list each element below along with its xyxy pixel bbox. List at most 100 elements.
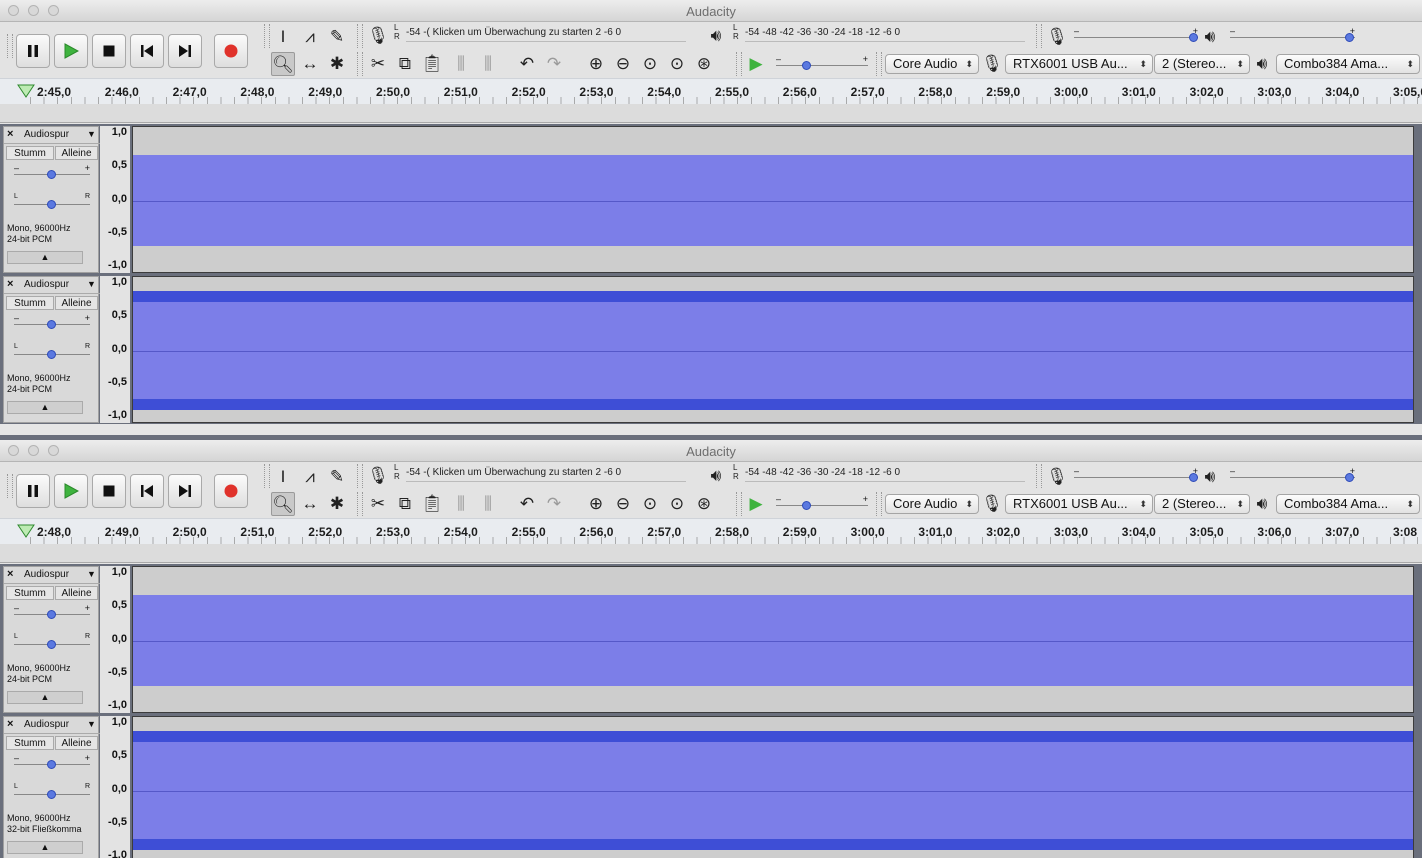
silence-button[interactable]: ⫼ [476,492,500,516]
slider-knob[interactable] [47,320,56,329]
solo-button[interactable]: Alleine [55,736,98,750]
vertical-ruler[interactable]: 1,0 0,5 0,0 -0,5 -1,0 [100,126,130,273]
output-device-select[interactable]: Combo384 Ama... ⬍ [1276,54,1420,74]
transport-toolbar-grip[interactable] [7,34,13,58]
trim-button[interactable]: ⫼ [449,52,473,76]
skip-to-start-button[interactable] [130,474,164,508]
paste-button[interactable]: 📋︎ [420,492,444,516]
timeshift-tool[interactable]: ↔ [298,52,322,76]
input-device-select[interactable]: RTX6001 USB Au... ⬍ [1005,494,1153,514]
play-at-speed-button[interactable]: ▶ [744,492,768,516]
solo-button[interactable]: Alleine [55,146,98,160]
play-speed-slider[interactable]: – + [776,54,868,70]
audio-host-select[interactable]: Core Audio ⬍ [885,54,979,74]
slider-knob[interactable] [1345,473,1354,482]
pause-button[interactable] [16,474,50,508]
stop-button[interactable] [92,474,126,508]
slider-knob[interactable] [802,61,811,70]
collapse-track-button[interactable]: ▲ [7,841,83,854]
skip-to-end-button[interactable] [168,34,202,68]
slider-knob[interactable] [47,350,56,359]
waveform[interactable] [132,566,1414,713]
skip-to-end-button[interactable] [168,474,202,508]
waveform[interactable] [132,126,1414,273]
selection-tool[interactable]: I [271,465,295,489]
record-meter[interactable]: LR -54 -( Klicken um Überwachung zu star… [394,463,686,482]
mute-button[interactable]: Stumm [6,146,54,160]
fit-project-button[interactable]: ⊙ [665,492,689,516]
output-device-select[interactable]: Combo384 Ama... ⬍ [1276,494,1420,514]
tools-toolbar-grip[interactable] [264,24,270,48]
multi-tool[interactable]: ✱ [325,52,349,76]
slider-knob[interactable] [47,170,56,179]
play-meter-button[interactable]: 🔊︎ [704,464,728,488]
output-volume-slider[interactable]: – + [1230,26,1355,42]
silence-button[interactable]: ⫼ [476,52,500,76]
input-device-select[interactable]: RTX6001 USB Au... ⬍ [1005,54,1153,74]
mixer-toolbar-grip[interactable] [1036,464,1042,488]
transport-toolbar-grip[interactable] [7,474,13,498]
slider-knob[interactable] [47,760,56,769]
zoom-in-button[interactable]: ⊕ [584,52,608,76]
slider-knob[interactable] [47,610,56,619]
pan-slider[interactable]: LR [14,633,90,649]
play-meter[interactable]: LR -54 -48 -42 -36 -30 -24 -18 -12 -6 0 [733,23,1025,42]
timeline-ruler[interactable]: 2:48,0 2:49,0 2:50,0 2:51,0 2:52,0 2:53,0 2:54… [0,518,1422,545]
pan-slider[interactable]: LR [14,783,90,799]
audio-host-select[interactable]: Core Audio ⬍ [885,494,979,514]
play-button[interactable] [54,34,88,68]
slider-knob[interactable] [802,501,811,510]
slider-knob[interactable] [47,200,56,209]
slider-knob[interactable] [1189,33,1198,42]
multi-tool[interactable]: ✱ [325,492,349,516]
track-name-menu[interactable]: Audiospur [24,129,69,140]
fit-selection-button[interactable]: ⊙ [638,492,662,516]
vertical-ruler[interactable]: 1,0 0,5 0,0 -0,5 -1,0 [100,566,130,713]
undo-button[interactable]: ↶ [515,52,539,76]
record-button[interactable] [214,474,248,508]
zoom-toggle-button[interactable]: ⊛ [692,52,716,76]
vertical-ruler[interactable]: 1,0 0,5 0,0 -0,5 -1,0 [100,716,130,858]
gain-slider[interactable]: – + [14,753,90,769]
track-name-menu[interactable]: Audiospur [24,569,69,580]
mute-button[interactable]: Stumm [6,586,54,600]
play-meter-button[interactable]: 🔊︎ [704,24,728,48]
play-at-speed-grip[interactable] [736,52,742,76]
mute-button[interactable]: Stumm [6,736,54,750]
waveform[interactable] [132,716,1414,858]
zoom-out-button[interactable]: ⊖ [611,52,635,76]
zoom-out-button[interactable]: ⊖ [611,492,635,516]
zoom-tool[interactable]: 🔍︎ [271,52,295,76]
close-track-icon[interactable]: × [7,718,13,730]
envelope-tool[interactable]: ⩘ [298,25,322,49]
redo-button[interactable]: ↷ [542,492,566,516]
pause-button[interactable] [16,34,50,68]
solo-button[interactable]: Alleine [55,586,98,600]
track-name-menu[interactable]: Audiospur [24,279,69,290]
skip-to-start-button[interactable] [130,34,164,68]
waveform[interactable] [132,276,1414,423]
gain-slider[interactable]: – + [14,603,90,619]
trim-button[interactable]: ⫼ [449,492,473,516]
cut-button[interactable]: ✂ [366,52,390,76]
mixer-toolbar-grip[interactable] [1036,24,1042,48]
cut-button[interactable]: ✂ [366,492,390,516]
device-toolbar-grip[interactable] [876,492,882,516]
record-meter-button[interactable]: 🎙︎ [366,464,390,488]
collapse-track-button[interactable]: ▲ [7,251,83,264]
solo-button[interactable]: Alleine [55,296,98,310]
play-button[interactable] [54,474,88,508]
record-meter-grip[interactable] [357,24,363,48]
mute-button[interactable]: Stumm [6,296,54,310]
close-track-icon[interactable]: × [7,568,13,580]
play-speed-slider[interactable]: – + [776,494,868,510]
record-meter[interactable]: LR -54 -( Klicken um Überwachung zu star… [394,23,686,42]
edit-toolbar-grip[interactable] [357,52,363,76]
close-track-icon[interactable]: × [7,128,13,140]
input-volume-slider[interactable]: – + [1074,466,1198,482]
slider-knob[interactable] [47,790,56,799]
output-volume-slider[interactable]: – + [1230,466,1355,482]
play-at-speed-button[interactable]: ▶ [744,52,768,76]
zoom-tool[interactable]: 🔍︎ [271,492,295,516]
zoom-toggle-button[interactable]: ⊛ [692,492,716,516]
